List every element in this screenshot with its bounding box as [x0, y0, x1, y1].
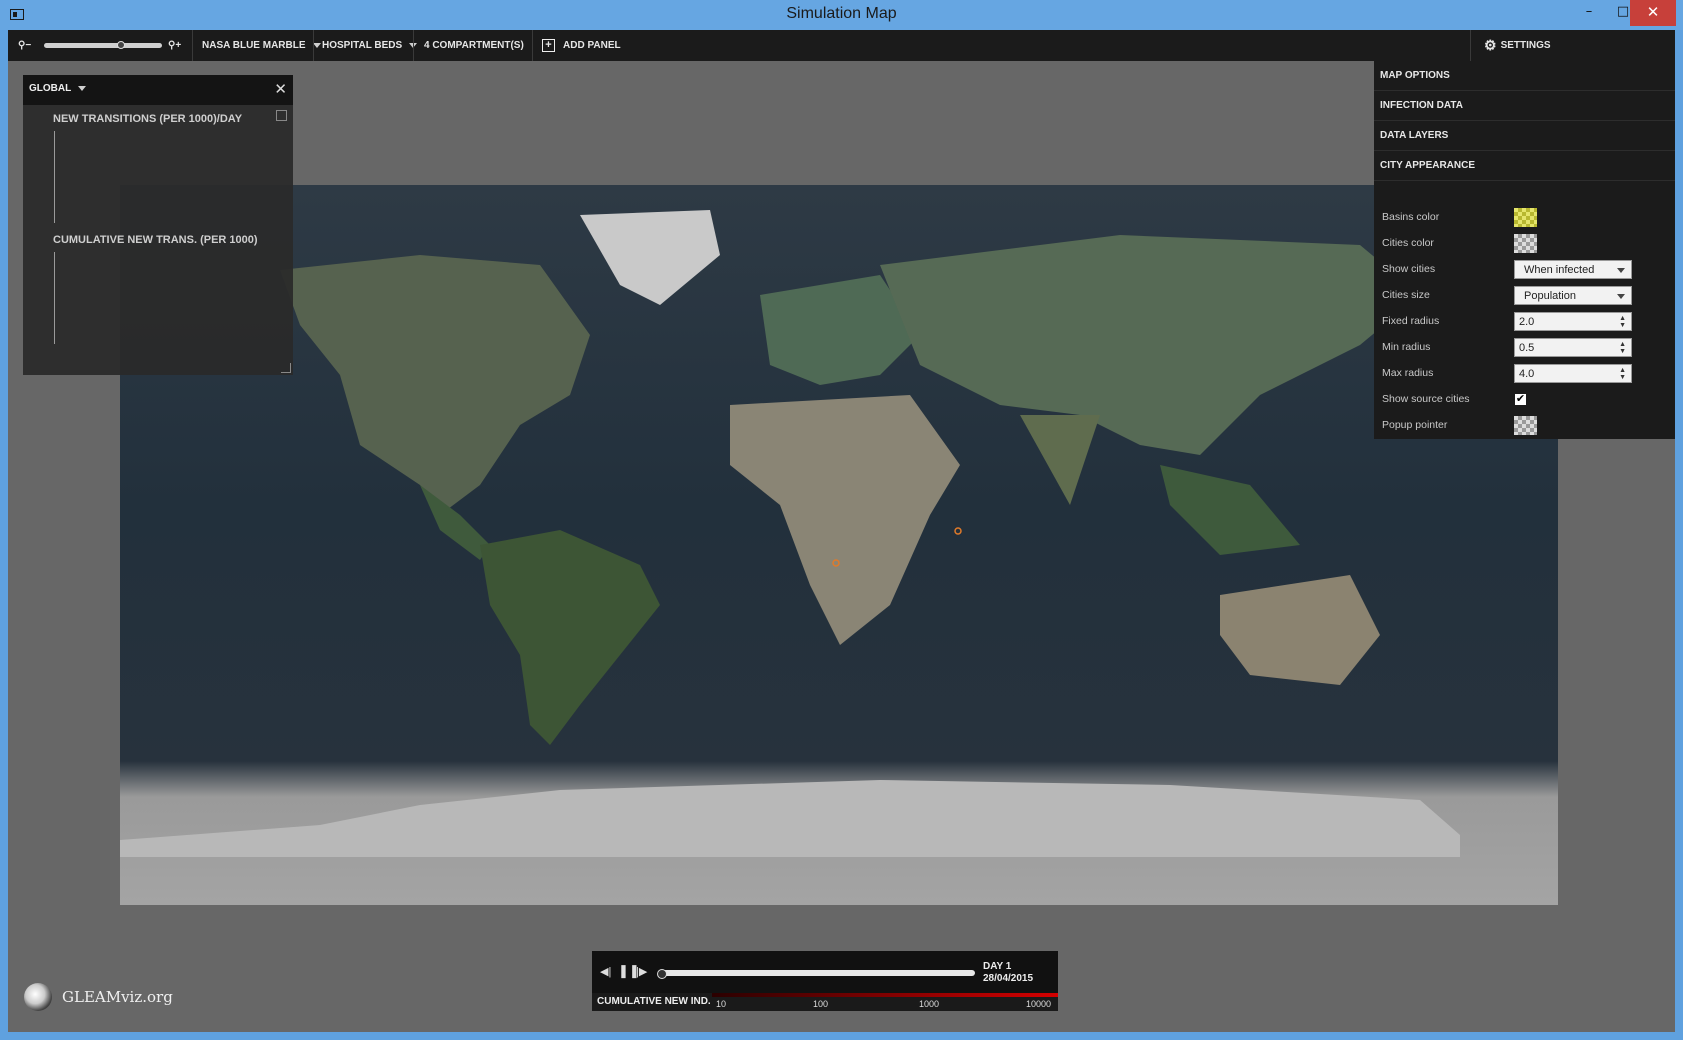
day-readout: DAY 1 28/04/2015 [983, 961, 1033, 985]
show-source-cities-label: Show source cities [1382, 393, 1470, 405]
basins-color-swatch[interactable] [1514, 208, 1537, 227]
zoom-in-icon[interactable]: ⚲+ [168, 30, 181, 61]
globe-icon [24, 983, 52, 1011]
layer-dropdown[interactable]: HOSPITAL BEDS [322, 30, 418, 61]
antarctica [120, 780, 1460, 857]
asia [880, 235, 1420, 455]
add-panel-button[interactable]: + ADD PANEL [542, 30, 621, 61]
show-cities-dropdown[interactable]: When infected [1514, 260, 1632, 279]
close-icon[interactable]: ✕ [274, 80, 287, 98]
cities-color-swatch[interactable] [1514, 234, 1537, 253]
chart-title-new-transitions: NEW TRANSITIONS (PER 1000)/DAY [53, 113, 243, 125]
map-landmasses [120, 210, 1460, 857]
scope-dropdown[interactable]: GLOBAL [29, 83, 87, 94]
timeline-player: ◀| ❚❚ |▶ DAY 1 28/04/2015 CUMULATIVE NEW… [592, 951, 1058, 1011]
spinner-arrows-icon[interactable]: ▲ ▼ [1619, 341, 1626, 355]
legend-tick: 10000 [1026, 999, 1052, 1009]
zoom-slider-knob[interactable] [116, 41, 125, 49]
max-radius-value: 4.0 [1519, 368, 1535, 380]
zoom-slider[interactable] [44, 41, 162, 49]
toolbar-divider [1470, 30, 1471, 61]
window-title: Simulation Map [786, 5, 897, 22]
section-data-layers[interactable]: DATA LAYERS [1374, 121, 1675, 151]
cities-color-label: Cities color [1382, 237, 1434, 249]
section-city-appearance[interactable]: CITY APPEARANCE [1374, 151, 1675, 181]
africa [730, 395, 960, 645]
scope-label: GLOBAL [29, 83, 72, 94]
add-panel-label: ADD PANEL [563, 40, 621, 51]
legend-tick: 10 [716, 999, 727, 1009]
popup-pointer-swatch[interactable] [1514, 416, 1537, 435]
compartments-button[interactable]: 4 COMPARTMENT(S) [424, 30, 524, 61]
close-window-button[interactable]: ✕ [1630, 0, 1676, 26]
show-cities-value: When infected [1524, 264, 1595, 276]
fixed-radius-spinner[interactable]: 2.0 ▲ ▼ [1514, 312, 1632, 331]
section-map-options[interactable]: MAP OPTIONS [1374, 61, 1675, 91]
min-radius-value: 0.5 [1519, 342, 1535, 354]
toolbar-divider [192, 30, 193, 61]
settings-button[interactable]: ⚙ SETTINGS [1484, 30, 1551, 61]
india [1020, 415, 1100, 505]
chart-title-cumulative: CUMULATIVE NEW TRANS. (PER 1000) [53, 234, 258, 246]
settings-label: SETTINGS [1500, 40, 1551, 52]
legend-gradient [712, 993, 1058, 997]
gear-icon: ⚙ [1484, 37, 1497, 53]
cities-size-dropdown[interactable]: Population [1514, 286, 1632, 305]
chart-axis [54, 252, 55, 344]
spinner-arrows-icon[interactable]: ▲ ▼ [1619, 315, 1626, 329]
step-back-icon[interactable]: ◀| [600, 965, 611, 978]
global-stats-panel: GLOBAL ✕ NEW TRANSITIONS (PER 1000)/DAY … [23, 75, 293, 375]
max-radius-label: Max radius [1382, 367, 1434, 379]
chevron-down-icon [1617, 294, 1625, 299]
show-cities-label: Show cities [1382, 263, 1436, 275]
settings-panel: MAP OPTIONS INFECTION DATA DATA LAYERS C… [1374, 61, 1675, 439]
timeline-knob[interactable] [657, 969, 667, 979]
layer-label: HOSPITAL BEDS [322, 40, 403, 51]
chart-axis [54, 131, 55, 223]
minimize-button[interactable]: – [1572, 0, 1606, 26]
section-infection-data[interactable]: INFECTION DATA [1374, 91, 1675, 121]
timeline-track[interactable] [657, 969, 975, 979]
day-label: DAY 1 [983, 961, 1012, 972]
toolbar-divider [413, 30, 414, 61]
southeast-asia [1160, 465, 1300, 555]
popup-pointer-label: Popup pointer [1382, 419, 1448, 431]
spinner-arrows-icon[interactable]: ▲ ▼ [1619, 367, 1626, 381]
zoom-out-icon[interactable]: ⚲− [18, 30, 31, 61]
stats-panel-header: GLOBAL ✕ [23, 75, 293, 105]
app-client-area: ⚲− ⚲+ NASA BLUE MARBLE HOSPITAL BEDS 4 C… [8, 30, 1675, 1032]
step-forward-icon[interactable]: |▶ [636, 965, 647, 978]
brand-text: GLEAMviz.org [62, 988, 173, 1006]
australia [1220, 575, 1380, 685]
save-icon[interactable] [276, 110, 287, 121]
legend-title: CUMULATIVE NEW IND. [597, 996, 711, 1007]
legend-tick: 100 [813, 999, 829, 1009]
date-label: 28/04/2015 [983, 973, 1034, 984]
resize-handle[interactable] [281, 363, 291, 373]
fixed-radius-value: 2.0 [1519, 316, 1535, 328]
max-radius-spinner[interactable]: 4.0 ▲ ▼ [1514, 364, 1632, 383]
window-titlebar: Simulation Map – □ ✕ [0, 0, 1683, 30]
toolbar-divider [313, 30, 314, 61]
north-america [280, 255, 590, 515]
chevron-down-icon [1617, 268, 1625, 273]
south-america [480, 530, 660, 745]
add-icon: + [542, 38, 555, 52]
world-map[interactable] [120, 185, 1558, 905]
basemap-dropdown[interactable]: NASA BLUE MARBLE [202, 30, 321, 61]
greenland [580, 210, 720, 305]
toolbar-divider [532, 30, 533, 61]
basemap-label: NASA BLUE MARBLE [202, 40, 306, 51]
outbreak-marker-east-africa [954, 527, 962, 535]
min-radius-label: Min radius [1382, 341, 1431, 353]
basins-color-label: Basins color [1382, 211, 1440, 223]
cities-size-label: Cities size [1382, 289, 1430, 301]
cities-size-value: Population [1524, 290, 1576, 302]
fixed-radius-label: Fixed radius [1382, 315, 1440, 327]
chevron-down-icon [78, 85, 87, 91]
min-radius-spinner[interactable]: 0.5 ▲ ▼ [1514, 338, 1632, 357]
show-source-cities-checkbox[interactable]: ✔ [1515, 394, 1526, 405]
main-toolbar: ⚲− ⚲+ NASA BLUE MARBLE HOSPITAL BEDS 4 C… [8, 30, 1675, 61]
legend-tick: 1000 [919, 999, 940, 1009]
